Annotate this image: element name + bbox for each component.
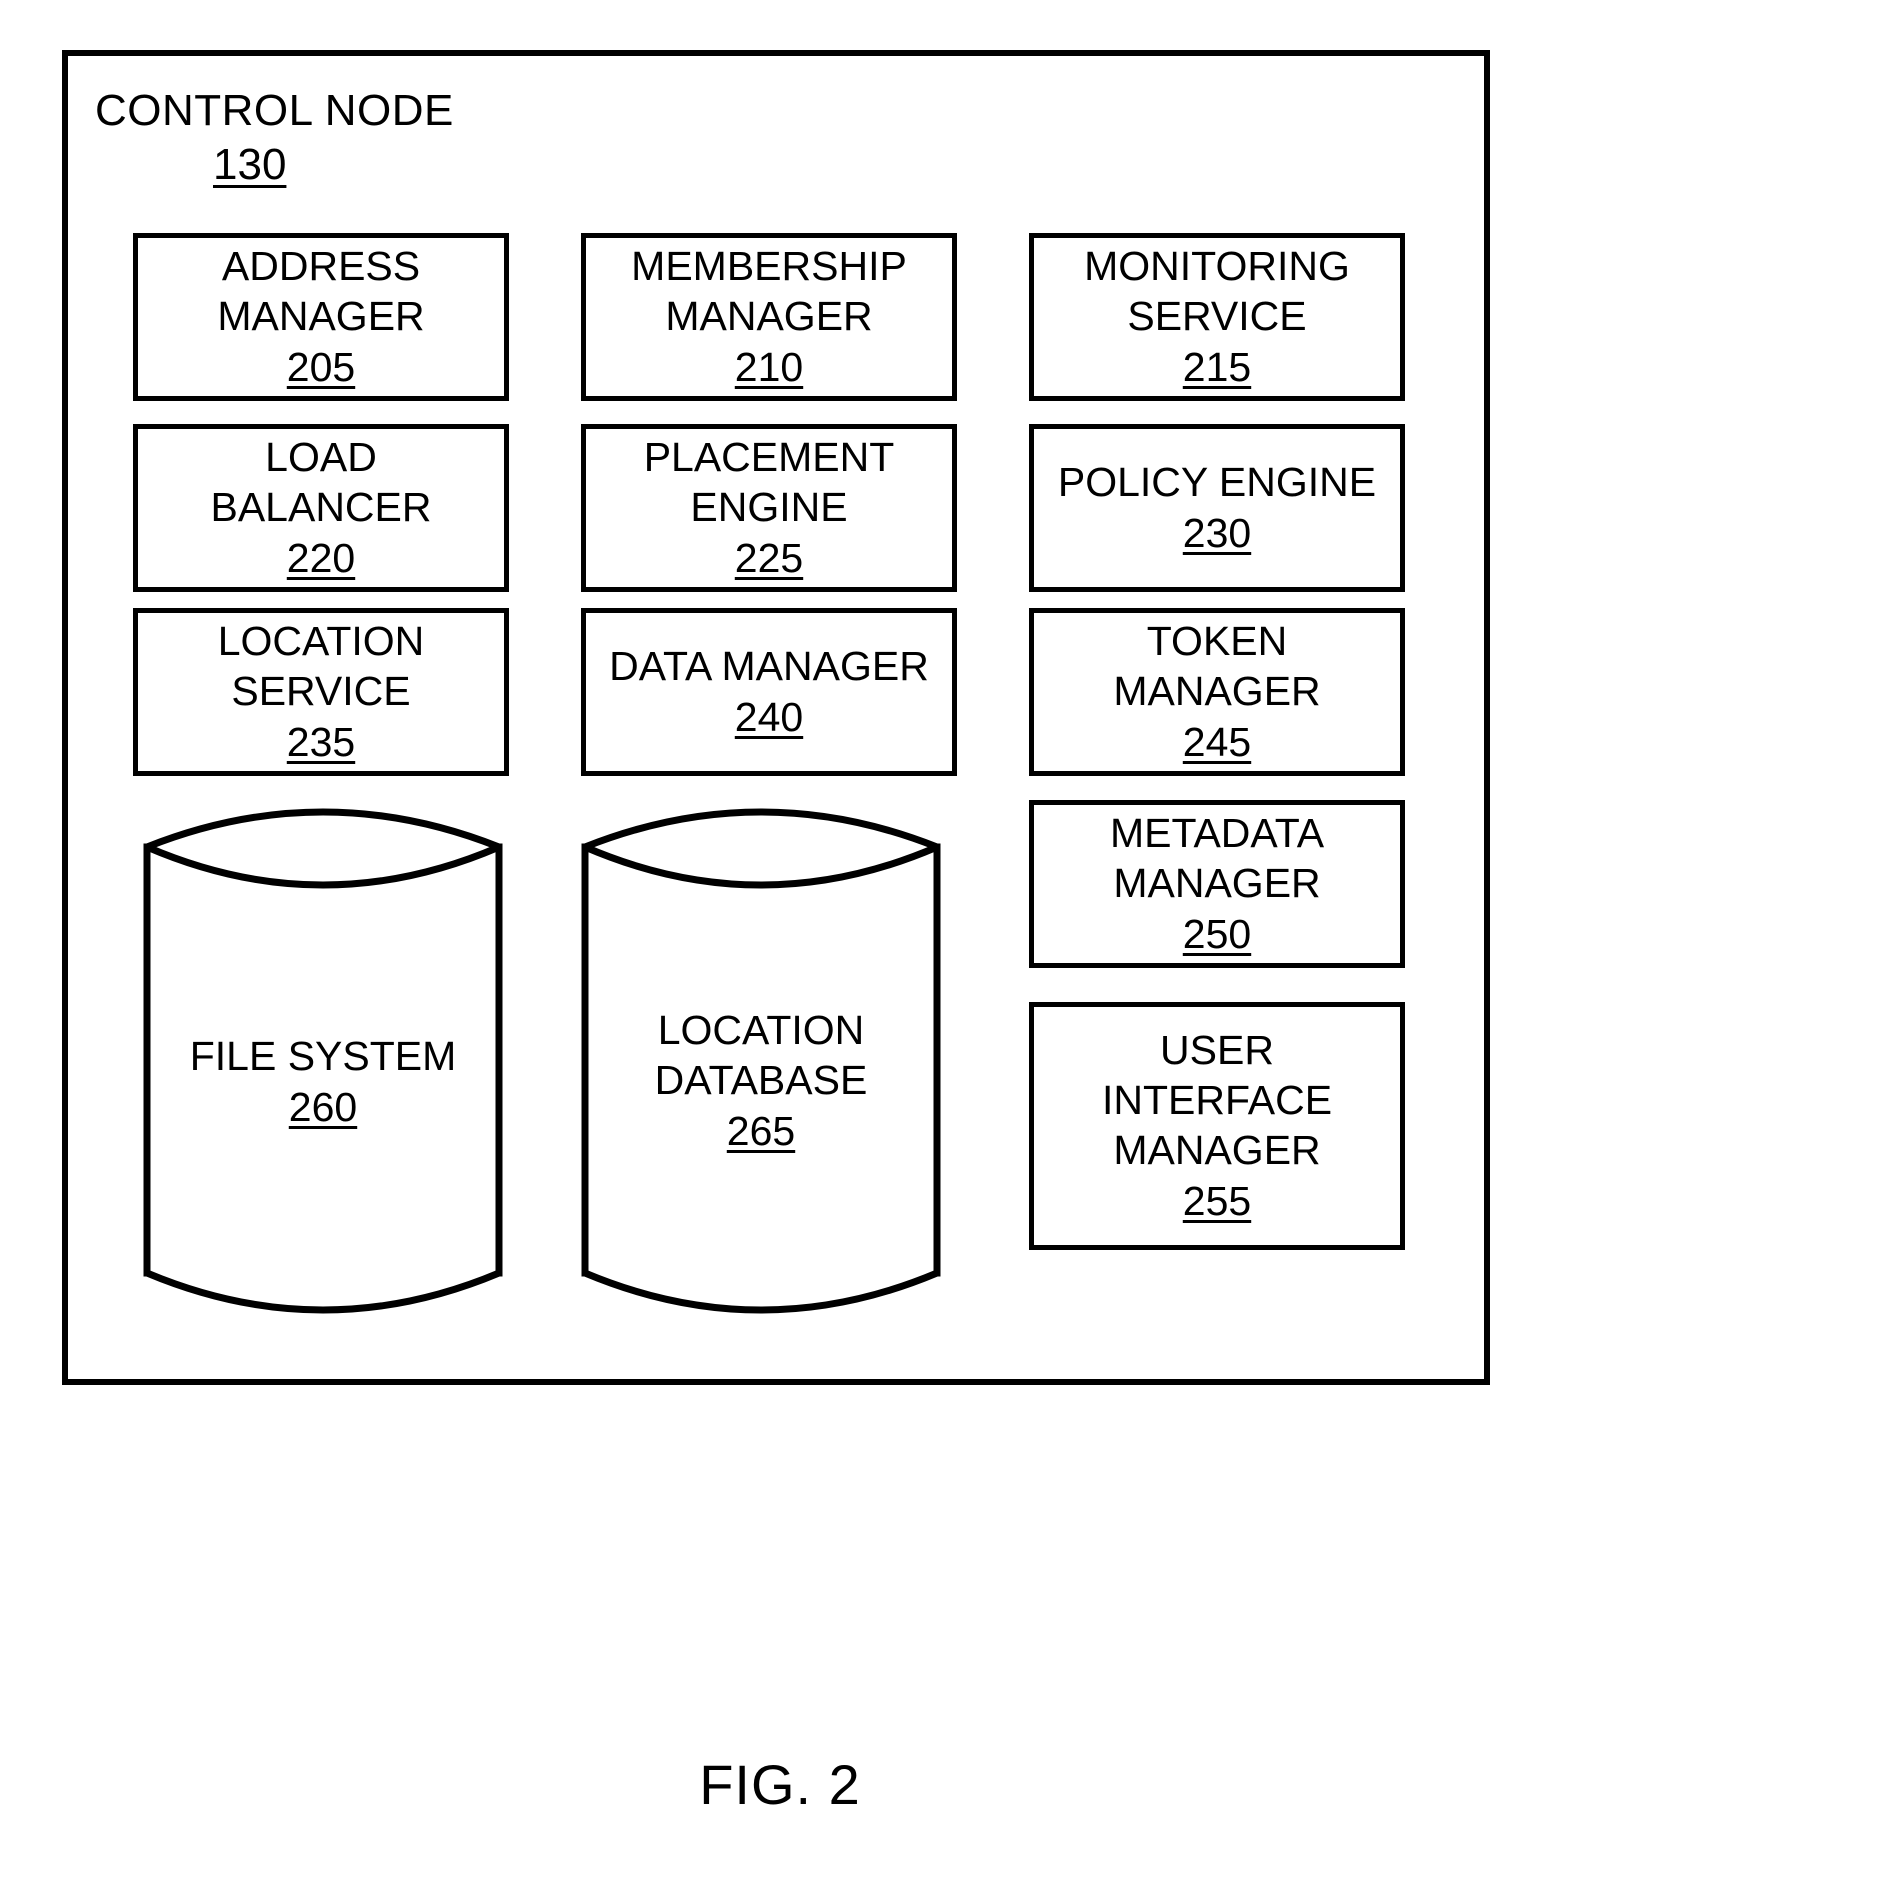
metadata-manager-reference-numeral: 250 [1182, 911, 1252, 957]
placement-engine-box[interactable]: PLACEMENT ENGINE 225 [581, 424, 957, 592]
membership-manager-box[interactable]: MEMBERSHIP MANAGER 210 [581, 233, 957, 401]
address-manager-label-line2: MANAGER [217, 293, 425, 339]
placement-engine-reference-numeral: 225 [734, 535, 804, 581]
token-manager-reference-numeral: 245 [1182, 719, 1252, 765]
file-system-text-group: FILE SYSTEM 260 [140, 1031, 506, 1133]
address-manager-label-line1: ADDRESS [221, 243, 421, 289]
file-system-reference-numeral: 260 [288, 1084, 358, 1130]
data-manager-box[interactable]: DATA MANAGER 240 [581, 608, 957, 776]
metadata-manager-box[interactable]: METADATA MANAGER 250 [1029, 800, 1405, 968]
load-balancer-label-line1: LOAD [265, 434, 377, 480]
page-title: CONTROL NODE [95, 86, 454, 135]
address-manager-reference-numeral: 205 [286, 344, 356, 390]
membership-manager-label-line1: MEMBERSHIP [631, 243, 907, 289]
monitoring-service-label-line2: SERVICE [1127, 293, 1307, 339]
load-balancer-reference-numeral: 220 [286, 535, 356, 581]
location-database-text-group: LOCATION DATABASE 265 [578, 1005, 944, 1157]
user-interface-manager-reference-numeral: 255 [1182, 1178, 1252, 1224]
location-database-cylinder[interactable]: LOCATION DATABASE 265 [578, 795, 944, 1327]
metadata-manager-label-line2: MANAGER [1113, 860, 1321, 906]
placement-engine-label-line1: PLACEMENT [643, 434, 895, 480]
load-balancer-label-line2: BALANCER [210, 484, 432, 530]
policy-engine-reference-numeral: 230 [1182, 510, 1252, 556]
monitoring-service-box[interactable]: MONITORING SERVICE 215 [1029, 233, 1405, 401]
membership-manager-reference-numeral: 210 [734, 344, 804, 390]
token-manager-box[interactable]: TOKEN MANAGER 245 [1029, 608, 1405, 776]
load-balancer-box[interactable]: LOAD BALANCER 220 [133, 424, 509, 592]
metadata-manager-label-line1: METADATA [1109, 810, 1325, 856]
user-interface-manager-label-line1: USER [1160, 1027, 1274, 1073]
token-manager-label-line2: MANAGER [1113, 668, 1321, 714]
location-service-reference-numeral: 235 [286, 719, 356, 765]
monitoring-service-label-line1: MONITORING [1084, 243, 1350, 289]
data-manager-reference-numeral: 240 [734, 694, 804, 740]
data-manager-label-line1: DATA MANAGER [609, 643, 929, 689]
address-manager-box[interactable]: ADDRESS MANAGER 205 [133, 233, 509, 401]
location-service-label-line1: LOCATION [217, 618, 425, 664]
membership-manager-label-line2: MANAGER [665, 293, 873, 339]
token-manager-label-line1: TOKEN [1146, 618, 1288, 664]
location-database-label-line1: LOCATION [657, 1007, 865, 1053]
location-service-label-line2: SERVICE [231, 668, 411, 714]
policy-engine-label-line1: POLICY ENGINE [1057, 459, 1377, 505]
control-node-reference-numeral: 130 [213, 140, 287, 189]
placement-engine-label-line2: ENGINE [690, 484, 848, 530]
patent-figure-page: CONTROL NODE 130 ADDRESS MANAGER 205 MEM… [0, 0, 1880, 1902]
location-service-box[interactable]: LOCATION SERVICE 235 [133, 608, 509, 776]
user-interface-manager-label-line2: INTERFACE [1101, 1077, 1333, 1123]
control-node-title-block: CONTROL NODE 130 [95, 85, 615, 193]
monitoring-service-reference-numeral: 215 [1182, 344, 1252, 390]
user-interface-manager-label-line3: MANAGER [1113, 1127, 1321, 1173]
user-interface-manager-box[interactable]: USER INTERFACE MANAGER 255 [1029, 1002, 1405, 1250]
policy-engine-box[interactable]: POLICY ENGINE 230 [1029, 424, 1405, 592]
file-system-label-line1: FILE SYSTEM [189, 1033, 457, 1079]
location-database-label-line2: DATABASE [654, 1057, 868, 1103]
location-database-reference-numeral: 265 [726, 1108, 796, 1154]
file-system-cylinder[interactable]: FILE SYSTEM 260 [140, 795, 506, 1327]
figure-caption: FIG. 2 [699, 1753, 861, 1816]
